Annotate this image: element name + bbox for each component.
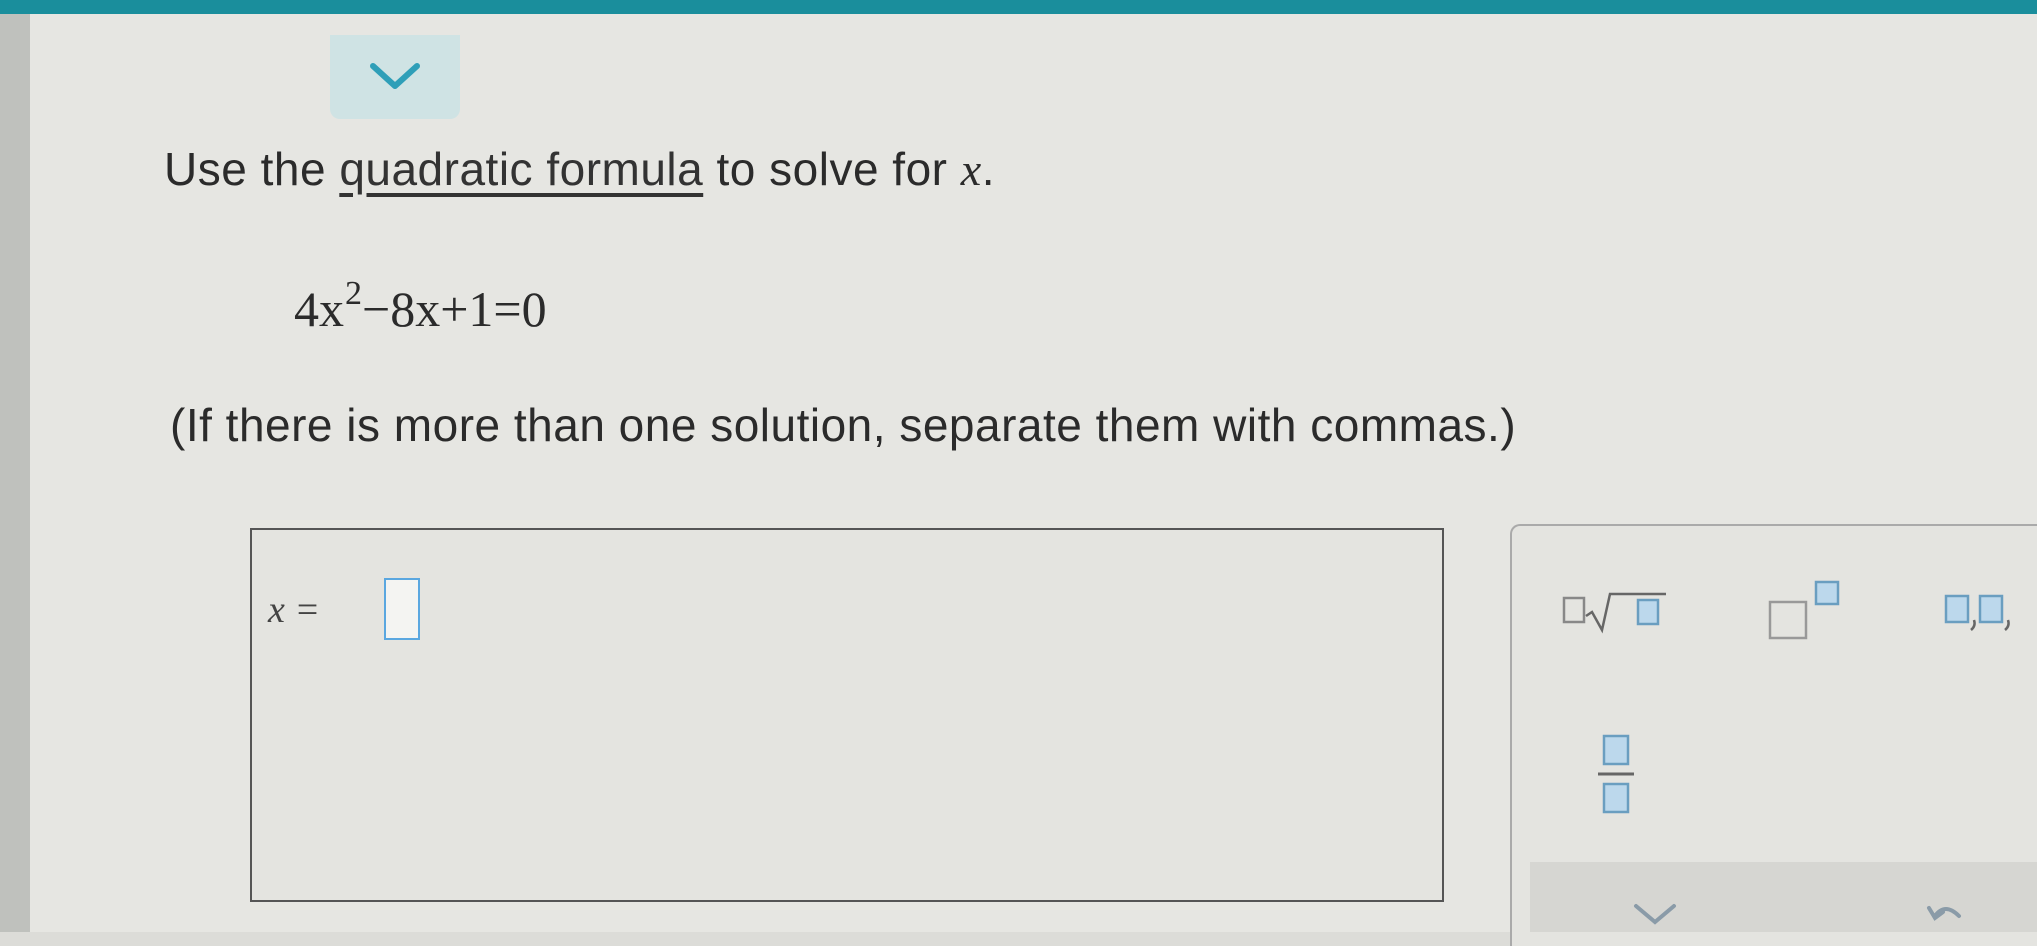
equation-exponent: 2 <box>345 275 362 312</box>
chevron-down-icon <box>370 63 420 89</box>
comma-list-icon <box>1944 594 2010 631</box>
chevron-down-icon <box>1634 904 1676 925</box>
nth-root-icon <box>1562 592 1666 634</box>
fraction-button[interactable] <box>1596 732 1636 818</box>
equation: 4x2−8x+1=0 <box>294 275 547 338</box>
top-bar <box>0 0 2037 14</box>
answer-input[interactable] <box>384 578 420 640</box>
quadratic-formula-link[interactable]: quadratic formula <box>339 143 703 195</box>
comma-list-button[interactable] <box>1944 590 2016 634</box>
undo-icon <box>1927 906 1961 921</box>
collapse-toggle-button[interactable] <box>330 35 460 119</box>
palette-collapse-button[interactable] <box>1630 900 1680 931</box>
prompt-text: to solve for <box>703 143 961 195</box>
exponent-button[interactable] <box>1768 578 1844 642</box>
prompt-variable: x <box>960 144 982 195</box>
prompt-text: Use the <box>164 143 340 195</box>
superscript-icon <box>1768 580 1840 640</box>
prompt-period: . <box>981 143 995 195</box>
equation-rest: −8x+1=0 <box>362 281 547 337</box>
answer-area <box>250 528 1444 902</box>
instructions-note: (If there is more than one solution, sep… <box>170 399 1517 451</box>
fraction-icon <box>1598 734 1634 814</box>
left-edge <box>0 14 30 932</box>
question-prompt: Use the quadratic formula to solve for x… <box>164 142 995 196</box>
answer-label: x = <box>268 589 321 631</box>
equation-term: 4x <box>294 281 344 337</box>
undo-button[interactable] <box>1925 898 1965 933</box>
nth-root-button[interactable] <box>1562 588 1670 634</box>
